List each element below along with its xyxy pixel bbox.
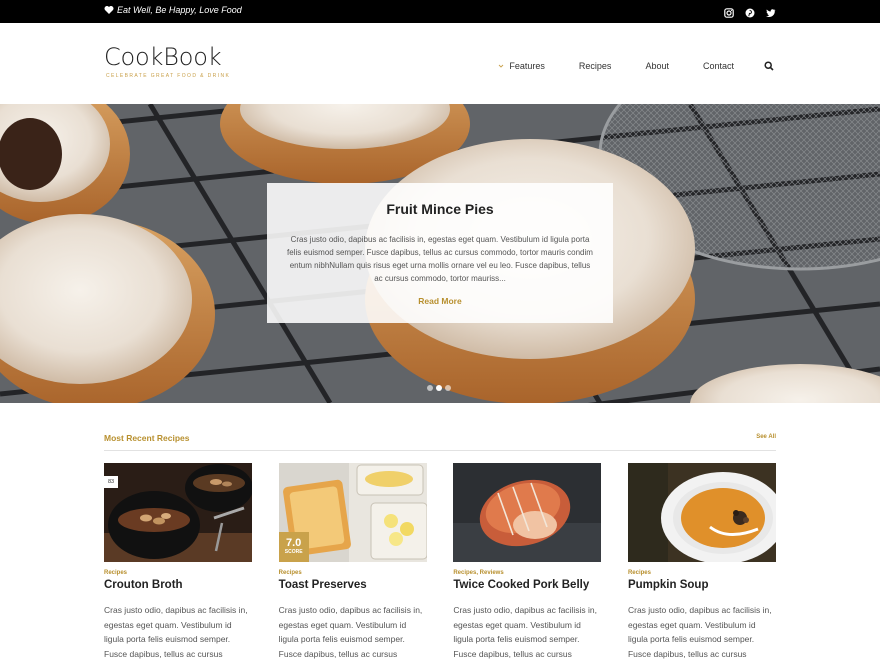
see-all-link[interactable]: See All [756, 434, 776, 440]
recipe-category[interactable]: Recipes, Reviews [453, 570, 601, 576]
recipe-title[interactable]: Toast Preserves [279, 579, 427, 591]
recipe-excerpt: Cras justo odio, dapibus ac facilisis in… [627, 605, 772, 659]
nav-features-label: Features [509, 61, 545, 71]
recipe-thumbnail[interactable]: 7.0 SCORE [278, 463, 427, 562]
score-value: 7.0 [286, 537, 302, 549]
recipe-excerpt: Cras justo odio, dapibus ac facilisis in… [104, 605, 248, 659]
score-label: SCORE [284, 549, 303, 555]
twitter-icon[interactable] [766, 5, 776, 18]
hero-excerpt: Cras justo odio, dapibus ac facilisis in… [287, 235, 593, 283]
section-title: Most Recent Recipes [104, 433, 190, 443]
recipe-excerpt: Cras justo odio, dapibus ac facilisis in… [278, 605, 423, 659]
recipe-excerpt: Cras justo odio, dapibus ac facilisis in… [453, 605, 597, 659]
rating-badge: 83 [104, 476, 119, 488]
nav-recipes[interactable]: Recipes [579, 61, 612, 71]
recipe-card: Recipes Pumpkin Soup Cras justo odio, da… [627, 463, 776, 660]
tagline: Eat Well, Be Happy, Love Food [104, 5, 242, 15]
nav-contact[interactable]: Contact [703, 61, 734, 71]
recipe-thumbnail[interactable]: 83 [104, 463, 252, 562]
slider-dot[interactable] [445, 385, 451, 391]
tagline-text: Eat Well, Be Happy, Love Food [117, 5, 242, 15]
recipe-title[interactable]: Pumpkin Soup [628, 579, 776, 591]
recipe-thumbnail[interactable] [453, 463, 602, 562]
recipe-card: 7.0 SCORE Recipes Toast Preserves Cras j… [278, 463, 427, 660]
search-icon[interactable] [764, 61, 774, 71]
recipe-title[interactable]: Crouton Broth [104, 579, 252, 591]
hero-title[interactable]: Fruit Mince Pies [287, 201, 593, 217]
nav-recipes-label: Recipes [578, 61, 612, 71]
slider-dots [427, 385, 451, 391]
score-badge: 7.0 SCORE [278, 532, 309, 562]
logo[interactable]: CookBook CELEBRATE GREAT FOOD & DRINK [104, 43, 230, 79]
recipe-category[interactable]: Recipes [628, 570, 776, 576]
logo-title: CookBook [104, 43, 222, 71]
pinterest-icon[interactable] [745, 5, 755, 18]
recipe-thumbnail[interactable] [627, 463, 776, 562]
recipe-card: Recipes, Reviews Twice Cooked Pork Belly… [453, 463, 602, 660]
instagram-icon[interactable] [724, 5, 734, 18]
read-more-link[interactable]: Read More [287, 296, 593, 306]
nav-about[interactable]: About [645, 61, 669, 71]
main-nav: Features Recipes About Contact [498, 61, 774, 71]
social-links [724, 5, 776, 18]
logo-subtitle: CELEBRATE GREAT FOOD & DRINK [106, 73, 231, 79]
recent-recipes-header: Most Recent Recipes See All [104, 433, 776, 451]
recipe-category[interactable]: Recipes [104, 570, 252, 576]
top-bar: Eat Well, Be Happy, Love Food [0, 0, 880, 23]
recipe-title[interactable]: Twice Cooked Pork Belly [453, 579, 601, 591]
site-header: CookBook CELEBRATE GREAT FOOD & DRINK Fe… [0, 23, 880, 104]
nav-features[interactable]: Features [498, 61, 545, 71]
hero-slider[interactable]: Fruit Mince Pies Cras justo odio, dapibu… [0, 104, 880, 403]
nav-about-label: About [645, 61, 669, 71]
hero-caption-box: Fruit Mince Pies Cras justo odio, dapibu… [267, 183, 613, 323]
slider-dot-active[interactable] [436, 385, 442, 391]
slider-dot[interactable] [427, 385, 433, 391]
chevron-down-icon [499, 64, 504, 68]
nav-contact-label: Contact [702, 61, 734, 71]
heart-icon [104, 6, 114, 14]
recipe-category[interactable]: Recipes [279, 570, 427, 576]
recipe-card: 83 Recipes Crouton Broth Cras justo odio… [104, 463, 252, 660]
recipe-cards: 83 Recipes Crouton Broth Cras justo odio… [104, 463, 776, 660]
